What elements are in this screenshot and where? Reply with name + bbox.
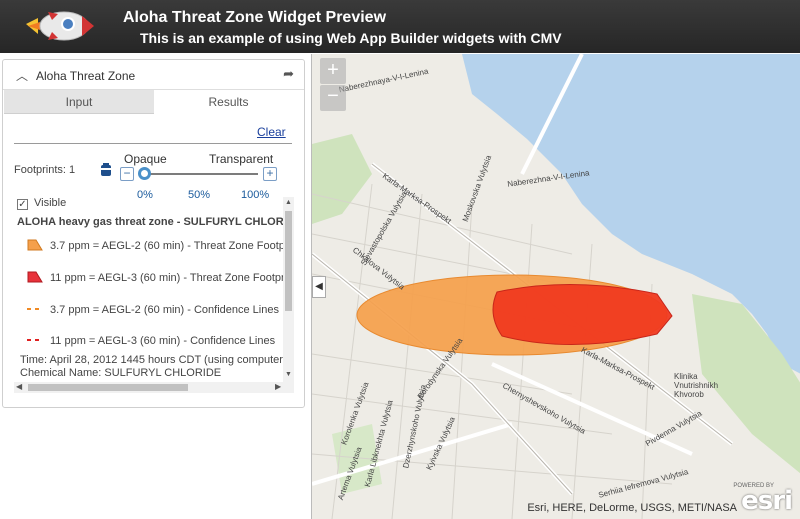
panel-title: Aloha Threat Zone bbox=[36, 69, 136, 83]
poi-label: Klinika Vnutrishnikh Khvorob bbox=[674, 372, 719, 399]
orange-dash-line-icon bbox=[27, 308, 43, 310]
scroll-down-icon[interactable]: ▼ bbox=[285, 371, 292, 378]
esri-logo[interactable]: esri bbox=[741, 486, 793, 516]
tab-results[interactable]: Results bbox=[154, 90, 303, 114]
tab-input[interactable]: Input bbox=[4, 90, 154, 114]
divider bbox=[14, 143, 292, 144]
map-attribution: Esri, HERE, DeLorme, USGS, METI/NASA bbox=[527, 502, 737, 514]
app-subtitle: This is an example of using Web App Buil… bbox=[140, 30, 562, 46]
transparent-label: Transparent bbox=[209, 152, 274, 166]
legend-item: 3.7 ppm = AEGL-2 (60 min) - Threat Zone … bbox=[26, 238, 294, 252]
vertical-scrollbar[interactable]: ▲ ▼ bbox=[283, 197, 294, 382]
visible-checkbox[interactable]: ✓ bbox=[17, 199, 28, 210]
app-title: Aloha Threat Zone Widget Preview bbox=[123, 9, 387, 26]
orange-zone-swatch-icon bbox=[27, 239, 43, 251]
opaque-label: Opaque bbox=[124, 152, 167, 166]
opacity-slider-track[interactable] bbox=[139, 173, 258, 175]
map-view[interactable]: Naberezhnaya-V-I-Lenina Naberezhna-V-I-L… bbox=[311, 54, 800, 519]
opacity-decrease-button[interactable]: − bbox=[120, 167, 134, 181]
collapse-panel-icon[interactable]: ◀ bbox=[312, 276, 326, 298]
chemical-barrel-icon[interactable] bbox=[99, 163, 113, 177]
legend-item: 11 ppm = AEGL-3 (60 min) - Threat Zone F… bbox=[26, 270, 294, 284]
park-area bbox=[312, 134, 372, 224]
horizontal-scroll-thumb[interactable] bbox=[28, 384, 188, 391]
time-text: Time: April 28, 2012 1445 hours CDT (usi… bbox=[20, 354, 294, 366]
app-header: Aloha Threat Zone Widget Preview This is… bbox=[0, 0, 800, 53]
legend-item: 3.7 ppm = AEGL-2 (60 min) - Confidence L… bbox=[26, 302, 279, 316]
scroll-left-icon[interactable]: ◀ bbox=[16, 382, 22, 391]
legend-item: 11 ppm = AEGL-3 (60 min) - Confidence Li… bbox=[26, 333, 275, 347]
scroll-right-icon[interactable]: ▶ bbox=[275, 382, 281, 391]
visible-toggle[interactable]: ✓ Visible bbox=[17, 197, 66, 210]
legend-label: 11 ppm = AEGL-3 (60 min) - Threat Zone F… bbox=[50, 272, 294, 284]
clear-link[interactable]: Clear bbox=[257, 125, 286, 139]
visible-label: Visible bbox=[34, 197, 67, 209]
chemical-text: Chemical Name: SULFURYL CHLORIDE bbox=[20, 367, 222, 379]
zone-title: ALOHA heavy gas threat zone - SULFURYL C… bbox=[17, 216, 294, 228]
aegl3-threat-zone[interactable] bbox=[492, 283, 673, 346]
panel-header: ︿ Aloha Threat Zone ➦ bbox=[3, 60, 304, 90]
results-scroll-area[interactable]: ✓ Visible ALOHA heavy gas threat zone - S… bbox=[14, 197, 294, 382]
red-dash-line-icon bbox=[27, 339, 43, 341]
chevron-up-icon[interactable]: ︿ bbox=[16, 67, 28, 84]
opacity-increase-button[interactable]: + bbox=[263, 167, 277, 181]
legend-label: 3.7 ppm = AEGL-2 (60 min) - Threat Zone … bbox=[50, 240, 294, 252]
share-arrow-icon[interactable]: ➦ bbox=[283, 66, 294, 82]
aloha-widget-panel: ︿ Aloha Threat Zone ➦ Input Results Clea… bbox=[2, 59, 305, 408]
scroll-up-icon[interactable]: ▲ bbox=[285, 199, 292, 206]
red-zone-swatch-icon bbox=[27, 271, 43, 283]
horizontal-scrollbar[interactable]: ◀ ▶ bbox=[14, 382, 294, 393]
footprints-count: Footprints: 1 bbox=[14, 164, 76, 176]
basemap bbox=[312, 54, 800, 519]
legend-label: 11 ppm = AEGL-3 (60 min) - Confidence Li… bbox=[50, 335, 276, 347]
legend-label: 3.7 ppm = AEGL-2 (60 min) - Confidence L… bbox=[50, 304, 279, 316]
zoom-out-button[interactable]: − bbox=[320, 85, 346, 111]
rocket-logo-icon bbox=[26, 11, 94, 41]
zoom-in-button[interactable]: + bbox=[320, 58, 346, 84]
opacity-slider-handle[interactable] bbox=[138, 167, 151, 180]
vertical-scroll-thumb[interactable] bbox=[285, 211, 292, 311]
tab-bar: Input Results bbox=[4, 90, 303, 114]
